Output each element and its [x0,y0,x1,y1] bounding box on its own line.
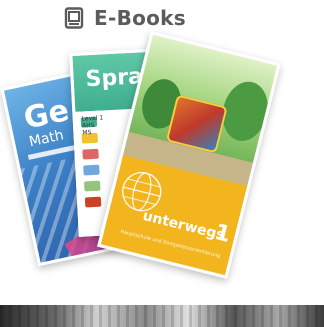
photo-strip [0,305,324,327]
book-title: Ge [20,92,73,137]
cover-tile [84,180,101,192]
ebook-reader-icon [62,6,86,30]
ebooks-title: E-Books [94,6,186,30]
cover-tile [83,164,100,176]
ebook-covers-fan[interactable]: Ge Math Spra Level 1 AHS MS unterwegs 1 … [0,30,324,300]
ebooks-header[interactable]: E-Books [62,4,186,32]
book-level-label: Level 1 AHS MS [82,114,105,137]
ebooks-panel: E-Books Ge Math Spra Level 1 AHS MS unte… [0,0,324,327]
level-line: MS [82,129,92,137]
cover-tile [82,148,99,160]
cover-tile [84,196,102,208]
book-title: Spra [85,64,144,93]
